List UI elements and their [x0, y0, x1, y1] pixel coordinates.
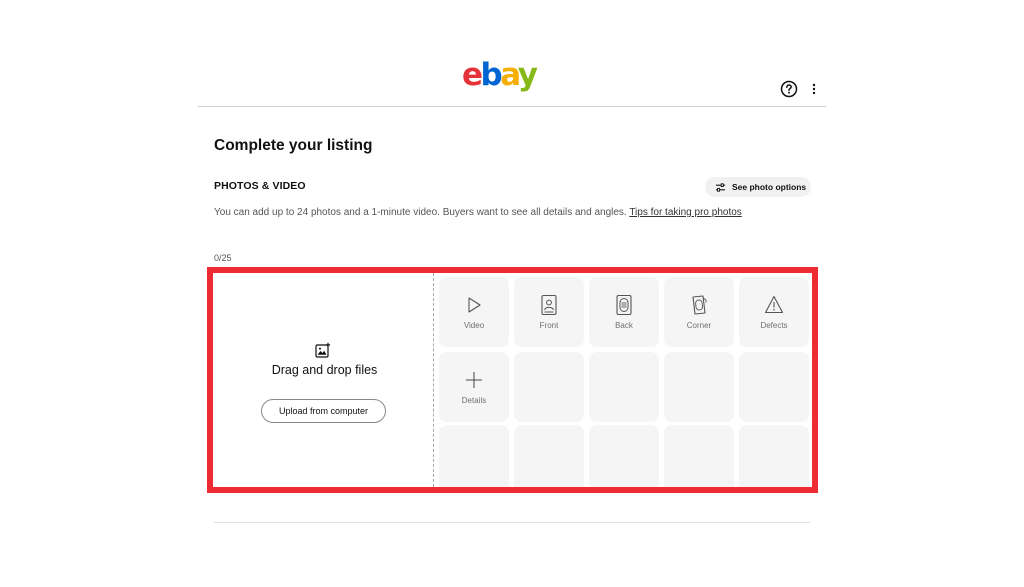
header-divider	[198, 106, 826, 107]
warning-icon	[764, 295, 784, 314]
section-title: PHOTOS & VIDEO	[214, 180, 306, 192]
photo-dropzone[interactable]: Drag and drop files Upload from computer	[215, 273, 434, 487]
empty-photo-slot[interactable]	[664, 425, 734, 487]
dropzone-title: Drag and drop files	[271, 363, 378, 377]
slot-label: Front	[539, 321, 559, 330]
slot-label: Corner	[686, 321, 712, 330]
empty-photo-slot[interactable]	[739, 425, 809, 487]
slot-back[interactable]: Back	[589, 277, 659, 347]
sliders-icon	[715, 182, 726, 192]
empty-photo-slot[interactable]	[514, 352, 584, 422]
page-title: Complete your listing	[214, 137, 373, 154]
slot-label: Defects	[760, 321, 788, 330]
slot-label: Details	[461, 396, 487, 405]
slot-video[interactable]: Video	[439, 277, 509, 347]
empty-photo-slot[interactable]	[589, 352, 659, 422]
photos-description: You can add up to 24 photos and a 1-minu…	[214, 207, 742, 218]
slot-details[interactable]: Details	[439, 352, 509, 422]
slot-front[interactable]: Front	[514, 277, 584, 347]
upload-from-computer-button[interactable]: Upload from computer	[261, 399, 386, 423]
section-divider	[214, 522, 810, 523]
help-circle-icon[interactable]	[780, 80, 798, 98]
empty-photo-slot[interactable]	[439, 425, 509, 487]
slot-label: Video	[463, 321, 485, 330]
slot-label: Back	[615, 321, 633, 330]
more-vertical-icon[interactable]	[806, 80, 822, 98]
back-icon	[616, 294, 632, 316]
add-photo-icon	[315, 342, 331, 358]
logo-letter-y: y	[517, 57, 538, 93]
play-icon	[468, 297, 481, 313]
tips-link[interactable]: Tips for taking pro photos	[629, 207, 741, 218]
empty-photo-slot[interactable]	[589, 425, 659, 487]
photo-count: 0/25	[214, 253, 232, 263]
slot-defects[interactable]: Defects	[739, 277, 809, 347]
ebay-logo[interactable]: ebay	[462, 57, 538, 93]
empty-photo-slot[interactable]	[739, 352, 809, 422]
empty-photo-slot[interactable]	[664, 352, 734, 422]
see-photo-options-button[interactable]: See photo options	[705, 177, 811, 197]
photos-description-text: You can add up to 24 photos and a 1-minu…	[214, 207, 627, 218]
logo-letter-e: e	[462, 57, 483, 93]
plus-icon	[466, 372, 482, 388]
see-photo-options-label: See photo options	[732, 182, 807, 192]
front-icon	[541, 294, 557, 316]
empty-photo-slot[interactable]	[514, 425, 584, 487]
corner-icon	[692, 295, 707, 315]
slot-corner[interactable]: Corner	[664, 277, 734, 347]
logo-letter-b: b	[480, 57, 503, 93]
logo-letter-a: a	[500, 57, 520, 93]
